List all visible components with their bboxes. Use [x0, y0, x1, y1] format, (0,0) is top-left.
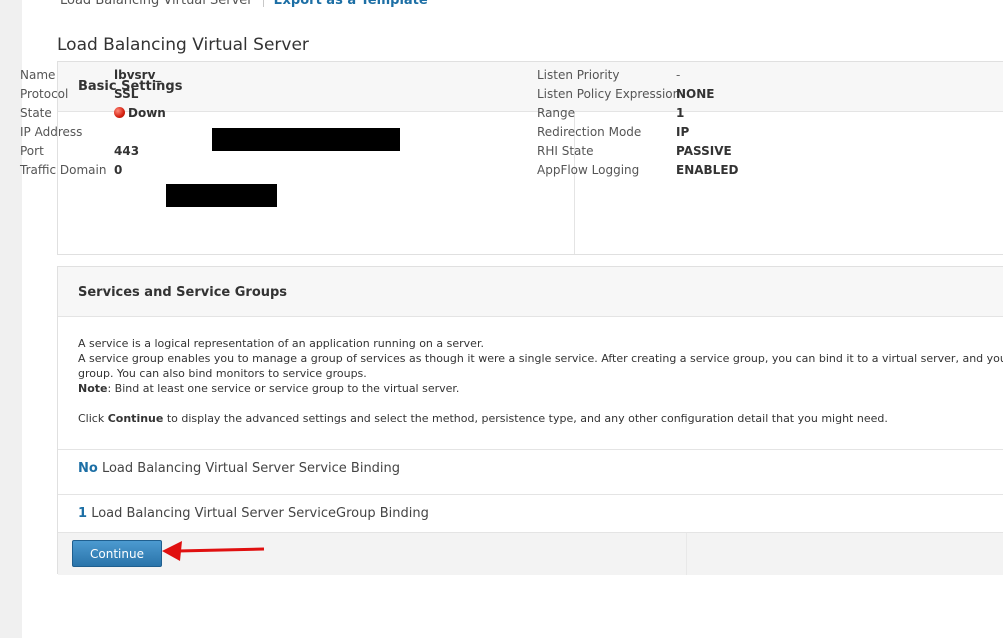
instruction-text: Click — [78, 412, 108, 425]
setting-label: Listen Policy Expression — [537, 87, 681, 101]
description-line: A service is a logical representation of… — [78, 337, 484, 350]
setting-label: IP Address — [20, 125, 83, 139]
setting-label: Port — [20, 144, 44, 158]
status-down-icon — [114, 107, 125, 118]
setting-label: RHI State — [537, 144, 594, 158]
servicegroup-binding-link[interactable]: 1 Load Balancing Virtual Server ServiceG… — [58, 494, 1003, 532]
note-text: : Bind at least one service or service g… — [107, 382, 460, 395]
page-title: Load Balancing Virtual Server — [57, 35, 309, 55]
setting-label: State — [20, 106, 52, 120]
setting-label: Name — [20, 68, 56, 82]
continue-instruction: Click Continue to display the advanced s… — [78, 411, 1003, 426]
setting-value-redirection-mode: IP — [676, 125, 690, 139]
footer-divider — [686, 533, 687, 575]
redacted-ip-address — [166, 184, 277, 207]
setting-value-protocol: SSL — [114, 87, 139, 101]
setting-label: Range — [537, 106, 576, 120]
services-description: A service is a logical representation of… — [78, 336, 1003, 426]
description-line: group. You can also bind monitors to ser… — [78, 367, 367, 380]
setting-value-traffic-domain: 0 — [114, 163, 123, 177]
setting-value-range: 1 — [676, 106, 685, 120]
instruction-text: to display the advanced settings and sel… — [163, 412, 888, 425]
breadcrumb-separator — [262, 0, 264, 7]
servicegroup-binding-label: Load Balancing Virtual Server ServiceGro… — [91, 506, 429, 521]
setting-value-rhi-state: PASSIVE — [676, 144, 732, 158]
setting-value-appflow-logging: ENABLED — [676, 163, 739, 177]
continue-button[interactable]: Continue — [72, 540, 162, 567]
setting-value-name: lbvsrv_ — [114, 68, 162, 82]
setting-value-listen-policy: NONE — [676, 87, 715, 101]
note-line: Note: Bind at least one service or servi… — [78, 381, 1003, 396]
setting-label: Redirection Mode — [537, 125, 642, 139]
setting-label: Protocol — [20, 87, 69, 101]
setting-label: Listen Priority — [537, 68, 620, 82]
state-text: Down — [128, 106, 166, 120]
instruction-bold: Continue — [107, 412, 164, 425]
note-label: Note — [78, 382, 108, 395]
basic-settings-panel: Basic Settings — [57, 61, 1003, 255]
description-line: A service group enables you to manage a … — [78, 352, 1003, 365]
setting-value-state: Down — [114, 104, 166, 123]
servicegroup-binding-count[interactable]: 1 — [78, 506, 87, 521]
red-arrow-icon — [162, 541, 265, 561]
breadcrumb-current: Load Balancing Virtual Server — [60, 0, 253, 8]
service-binding-link[interactable]: No Load Balancing Virtual Server Service… — [58, 449, 1003, 487]
setting-value-port: 443 — [114, 144, 140, 158]
services-title: Services and Service Groups — [58, 267, 1003, 317]
export-template-link[interactable]: Export as a Template — [274, 0, 428, 8]
basic-settings-title: Basic Settings — [58, 62, 1003, 112]
service-binding-label: Load Balancing Virtual Server Service Bi… — [101, 461, 401, 476]
setting-label: Traffic Domain — [20, 163, 107, 177]
service-binding-count[interactable]: No — [78, 461, 98, 476]
services-panel: Services and Service Groups A service is… — [57, 266, 1003, 575]
setting-value-listen-priority: - — [676, 68, 681, 82]
setting-label: AppFlow Logging — [537, 163, 640, 177]
breadcrumb: Load Balancing Virtual Server Export as a… — [60, 0, 428, 8]
redacted-name — [212, 128, 400, 151]
